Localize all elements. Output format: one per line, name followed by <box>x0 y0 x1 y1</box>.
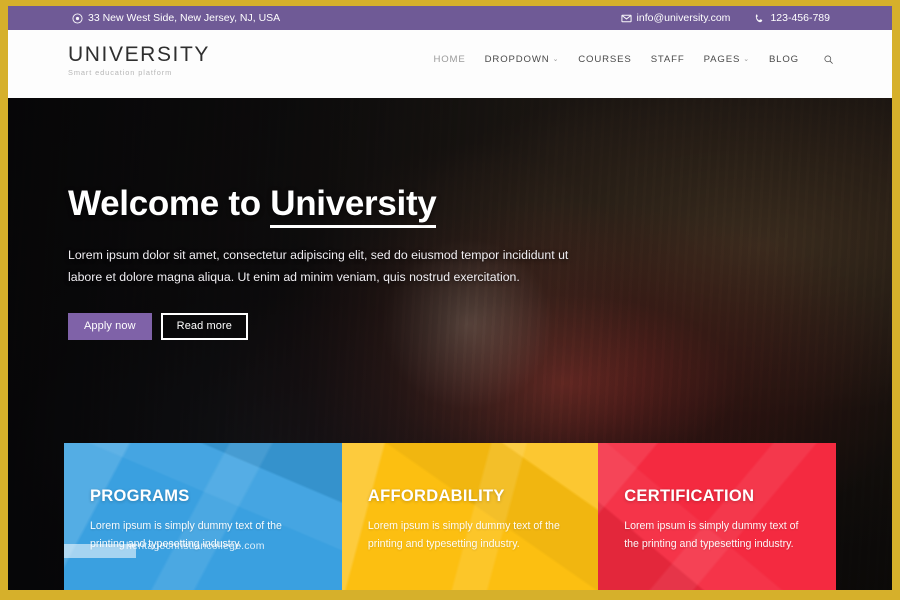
hero-paragraph: Lorem ipsum dolor sit amet, consectetur … <box>68 247 569 284</box>
hero-content: Welcome to University Lorem ipsum dolor … <box>68 184 588 340</box>
read-more-button[interactable]: Read more <box>160 312 248 340</box>
card-text-certification: Lorem ipsum is simply dummy text of the … <box>624 520 799 550</box>
nav-item-home[interactable]: HOME <box>433 54 465 65</box>
nav-label-home: HOME <box>433 54 466 65</box>
nav-label-pages: PAGES <box>703 54 741 65</box>
site-logo[interactable]: UNIVERSITY Smart education platform <box>68 44 210 76</box>
phone-icon <box>754 13 765 24</box>
topbar-left-group: 33 New West Side, New Jersey, NJ, USA <box>72 12 280 24</box>
card-title-affordability: AFFORDABILITY <box>367 487 505 505</box>
feature-card-affordability[interactable]: AFFORDABILITY Lorem ipsum is simply dumm… <box>341 443 599 590</box>
card-texture <box>64 443 342 590</box>
hero-button-group: Apply now Read more <box>68 312 588 340</box>
page-frame: 33 New West Side, New Jersey, NJ, USA in… <box>0 0 900 600</box>
card-texture <box>598 443 836 590</box>
topbar-right-group: info@university.com 123-456-789 <box>620 12 830 24</box>
nav-label-blog: BLOG <box>768 54 799 65</box>
topbar-phone-text: 123-456-789 <box>770 12 830 24</box>
main-navigation: HOME DROPDOWN ⌄ COURSES STAFF PAGES ⌄ BL <box>433 54 834 65</box>
hero-title-prefix: Welcome to <box>68 184 271 223</box>
topbar-email-text: info@university.com <box>636 12 731 24</box>
nav-item-pages[interactable]: PAGES ⌄ <box>704 54 750 65</box>
chevron-down-icon: ⌄ <box>552 56 560 63</box>
nav-item-staff[interactable]: STAFF <box>651 54 685 65</box>
hero-title-highlight: University <box>270 184 437 228</box>
envelope-icon <box>620 13 632 24</box>
topbar-email[interactable]: info@university.com <box>620 12 731 24</box>
feature-card-programs[interactable]: PROGRAMS Lorem ipsum is simply dummy tex… <box>64 443 342 590</box>
logo-tagline: Smart education platform <box>68 68 173 77</box>
hero-title: Welcome to University <box>68 184 588 228</box>
website-preview: 33 New West Side, New Jersey, NJ, USA in… <box>8 6 892 590</box>
nav-label-staff: STAFF <box>650 54 685 65</box>
topbar-phone[interactable]: 123-456-789 <box>754 12 830 24</box>
topbar-address-text: 33 New West Side, New Jersey, NJ, USA <box>88 12 281 24</box>
search-icon[interactable] <box>823 54 834 65</box>
site-header: UNIVERSITY Smart education platform HOME… <box>8 30 892 98</box>
nav-label-courses: COURSES <box>578 54 632 65</box>
map-pin-icon <box>72 12 83 24</box>
logo-title: UNIVERSITY <box>68 43 211 66</box>
card-title-programs: PROGRAMS <box>90 487 190 505</box>
chevron-down-icon: ⌄ <box>743 56 750 63</box>
feature-card-certification[interactable]: CERTIFICATION Lorem ipsum is simply dumm… <box>598 443 836 590</box>
card-text-affordability: Lorem ipsum is simply dummy text of the … <box>367 520 560 550</box>
card-texture <box>341 443 599 590</box>
topbar-address: 33 New West Side, New Jersey, NJ, USA <box>72 12 280 24</box>
watermark-text: heritagechristiancollege.com <box>126 540 265 552</box>
nav-item-blog[interactable]: BLOG <box>769 54 799 65</box>
card-title-certification: CERTIFICATION <box>624 487 755 505</box>
feature-card-row: PROGRAMS Lorem ipsum is simply dummy tex… <box>64 443 836 590</box>
top-info-bar: 33 New West Side, New Jersey, NJ, USA in… <box>8 6 892 30</box>
nav-label-dropdown: DROPDOWN <box>484 54 550 65</box>
hero-section: Welcome to University Lorem ipsum dolor … <box>8 98 892 590</box>
nav-item-courses[interactable]: COURSES <box>578 54 631 65</box>
apply-now-button[interactable]: Apply now <box>68 312 152 340</box>
nav-item-dropdown[interactable]: DROPDOWN ⌄ <box>485 54 560 65</box>
